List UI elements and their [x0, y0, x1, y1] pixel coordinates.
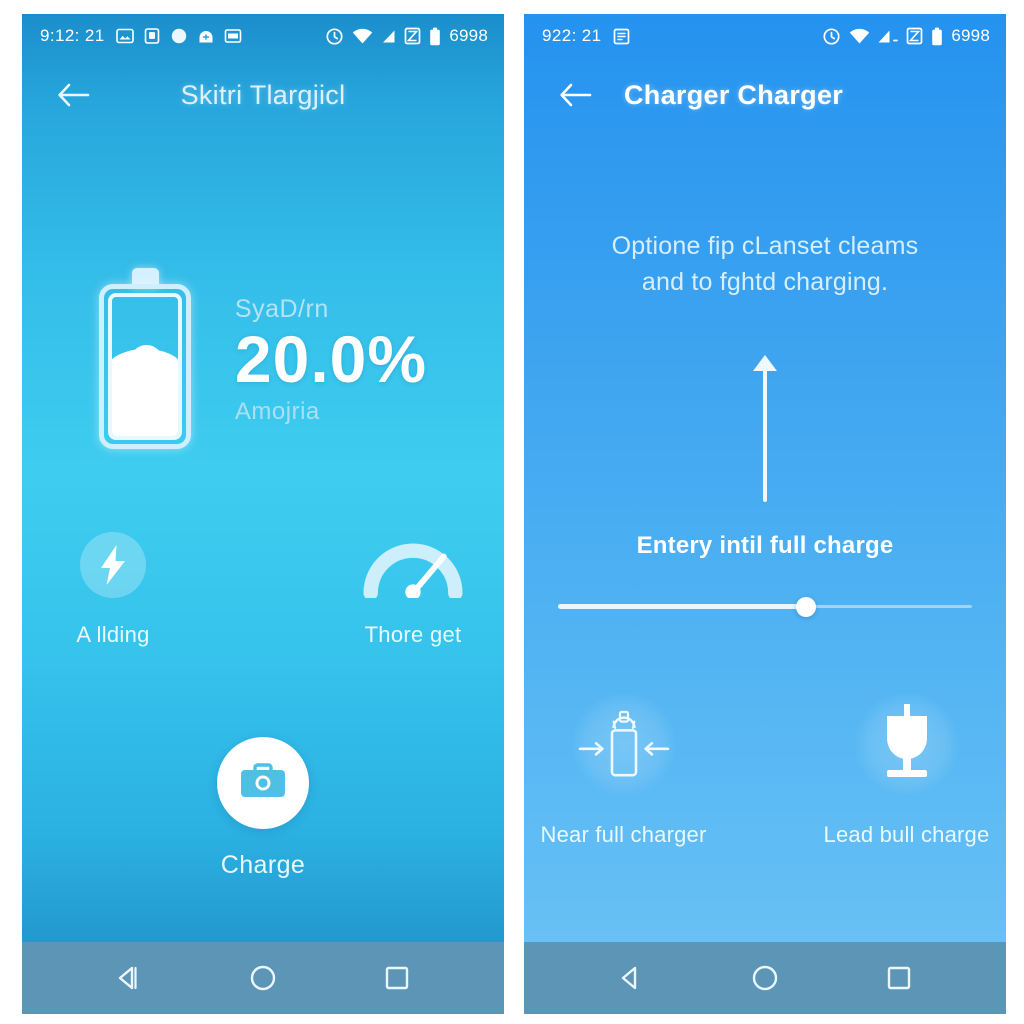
full-charge-slider[interactable] — [558, 594, 972, 620]
charge-mode-lead-bull[interactable]: Lead bull charge — [819, 692, 994, 848]
battery-compress-arrows-icon — [571, 692, 676, 796]
slider-fill — [558, 604, 807, 609]
sync-icon — [906, 27, 923, 45]
charger-hint-line-2: and to fghtd charging. — [641, 268, 889, 297]
alarm-icon — [822, 27, 841, 46]
quick-action-row: A llding Thore get — [22, 532, 504, 648]
charge-button-label: Charge — [220, 851, 306, 879]
charger-hint-line-1: Optione fip cLanset cleams — [611, 232, 919, 260]
dot-icon — [170, 27, 188, 45]
left-screen-body: SyaD/rn 20.0% Amojria A llding Thore get… — [22, 132, 504, 942]
screenshot-canvas: 9:12: 21 6998 Skitri Tlargjicl SyaD/rn 2… — [0, 0, 1024, 1024]
goblet-plug-icon — [854, 692, 959, 796]
up-arrow-icon — [745, 352, 785, 507]
page-title: Charger Charger — [624, 79, 844, 110]
archive-icon — [224, 27, 242, 45]
charge-button[interactable] — [217, 737, 309, 829]
nav-back-icon[interactable] — [599, 952, 663, 1004]
status-system-icons: 6998 — [325, 26, 488, 46]
left-navigation-bar — [22, 942, 504, 1014]
status-time: 9:12: 21 — [40, 26, 105, 45]
status-system-icons: 6998 — [822, 26, 990, 46]
wifi-icon — [849, 28, 870, 45]
status-battery-text: 6998 — [951, 26, 990, 45]
quick-action-speed-label: Thore get — [364, 622, 462, 647]
charge-action: Charge — [22, 737, 504, 880]
status-battery-text: 6998 — [449, 26, 488, 45]
battery-icon — [931, 27, 943, 46]
back-arrow-icon[interactable] — [554, 73, 598, 117]
right-navigation-bar — [524, 942, 1006, 1014]
sdcard-icon — [143, 27, 161, 45]
left-phone-screen: 9:12: 21 6998 Skitri Tlargjicl SyaD/rn 2… — [22, 14, 504, 1014]
battery-level-icon — [98, 268, 197, 453]
battery-liquid-fill — [111, 345, 178, 436]
charge-direction-indicator — [524, 352, 1006, 507]
battery-status-top: SyaD/rn — [234, 295, 329, 324]
sync-icon — [404, 27, 421, 45]
alarm-icon — [325, 27, 344, 46]
charger-hint-text: Optione fip cLanset cleams and to fghtd … — [560, 228, 970, 301]
lightning-bolt-icon — [80, 532, 146, 598]
status-notification-icons — [115, 27, 242, 45]
speedometer-gauge-icon — [363, 532, 463, 598]
battery-percentage: 20.0% — [234, 322, 428, 397]
charge-mode-row: Near full charger Lead bull charge — [524, 692, 1006, 848]
left-status-bar: 9:12: 21 6998 — [22, 14, 504, 58]
nav-home-icon[interactable] — [231, 952, 295, 1004]
quick-action-charging[interactable]: A llding — [48, 532, 178, 648]
right-phone-screen: 922: 21 6998 Charger Charger Optione fip… — [524, 14, 1006, 1014]
battery-summary: SyaD/rn 20.0% Amojria — [22, 268, 504, 453]
slider-label: Entery intil full charge — [636, 532, 894, 559]
back-arrow-icon[interactable] — [52, 73, 96, 117]
status-notification-icons — [613, 28, 630, 45]
nav-recents-icon[interactable] — [365, 952, 429, 1004]
nav-back-icon[interactable] — [97, 952, 161, 1004]
left-app-bar: Skitri Tlargjicl — [22, 58, 504, 132]
charge-mode-near-full-label: Near full charger — [540, 822, 707, 847]
signal-icon — [381, 28, 396, 44]
battery-icon — [429, 27, 441, 46]
battery-status-bottom: Amojria — [234, 397, 320, 425]
status-time: 922: 21 — [542, 26, 602, 45]
slider-thumb[interactable] — [796, 597, 817, 617]
quick-action-speed[interactable]: Thore get — [348, 532, 478, 648]
nav-home-icon[interactable] — [733, 952, 797, 1004]
toolbox-camera-icon — [239, 761, 287, 806]
wifi-icon — [352, 28, 373, 45]
list-icon — [613, 28, 630, 45]
battery-inner — [107, 293, 182, 440]
signal-icon — [878, 28, 899, 44]
charge-mode-near-full[interactable]: Near full charger — [536, 692, 711, 848]
right-status-bar: 922: 21 6998 — [524, 14, 1006, 58]
right-app-bar: Charger Charger — [524, 58, 1006, 132]
download-icon — [197, 27, 215, 45]
battery-readout: SyaD/rn 20.0% Amojria — [235, 295, 427, 425]
quick-action-charging-label: A llding — [76, 622, 150, 647]
right-screen-body: Optione fip cLanset cleams and to fghtd … — [524, 132, 1006, 942]
charge-mode-lead-bull-label: Lead bull charge — [823, 822, 990, 847]
photo-icon — [115, 27, 134, 45]
nav-recents-icon[interactable] — [867, 952, 931, 1004]
